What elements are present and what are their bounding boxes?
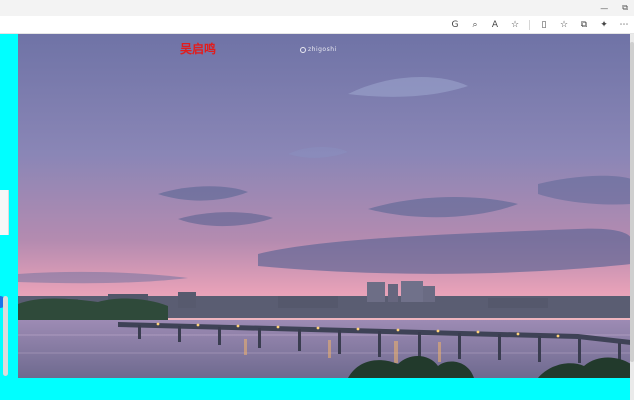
page-scrollbar[interactable] <box>630 34 634 400</box>
photo-watermark: zhigoshi <box>300 46 337 53</box>
favorite-icon[interactable]: ☆ <box>509 19 521 31</box>
zoom-icon[interactable]: ⌕ <box>469 19 481 31</box>
sunset-bridge-image <box>18 34 631 378</box>
side-panel-tab[interactable] <box>0 190 9 235</box>
page-scrollbar-thumb[interactable] <box>630 42 634 362</box>
watermark-text: zhigoshi <box>308 46 337 53</box>
restore-icon[interactable]: ⧉ <box>622 3 628 13</box>
minimize-icon[interactable]: — <box>600 4 608 13</box>
photo-caption: 吴启鸣 <box>180 42 217 56</box>
watermark-logo-icon <box>300 46 306 53</box>
toolbar-divider <box>529 20 530 30</box>
split-screen-icon[interactable]: ▯ <box>538 19 550 31</box>
window-titlebar: — ⧉ <box>0 0 634 16</box>
window-controls: — ⧉ <box>600 0 628 16</box>
favorites-list-icon[interactable]: ☆ <box>558 19 570 31</box>
cityscape-photo: 吴启鸣 zhigoshi <box>18 34 631 378</box>
more-icon[interactable]: ⋯ <box>618 19 630 31</box>
toolbar-icons: G ⌕ A ☆ ▯ ☆ ⧉ ✦ ⋯ <box>449 16 630 34</box>
extensions-icon[interactable]: ✦ <box>598 19 610 31</box>
collections-icon[interactable]: ⧉ <box>578 19 590 31</box>
read-aloud-icon[interactable]: A <box>489 19 501 31</box>
translate-icon[interactable]: G <box>449 19 461 31</box>
browser-toolbar: G ⌕ A ☆ ▯ ☆ ⧉ ✦ ⋯ <box>0 16 634 34</box>
page-content: 吴启鸣 zhigoshi <box>0 34 634 400</box>
side-scrollbar[interactable] <box>3 296 8 376</box>
